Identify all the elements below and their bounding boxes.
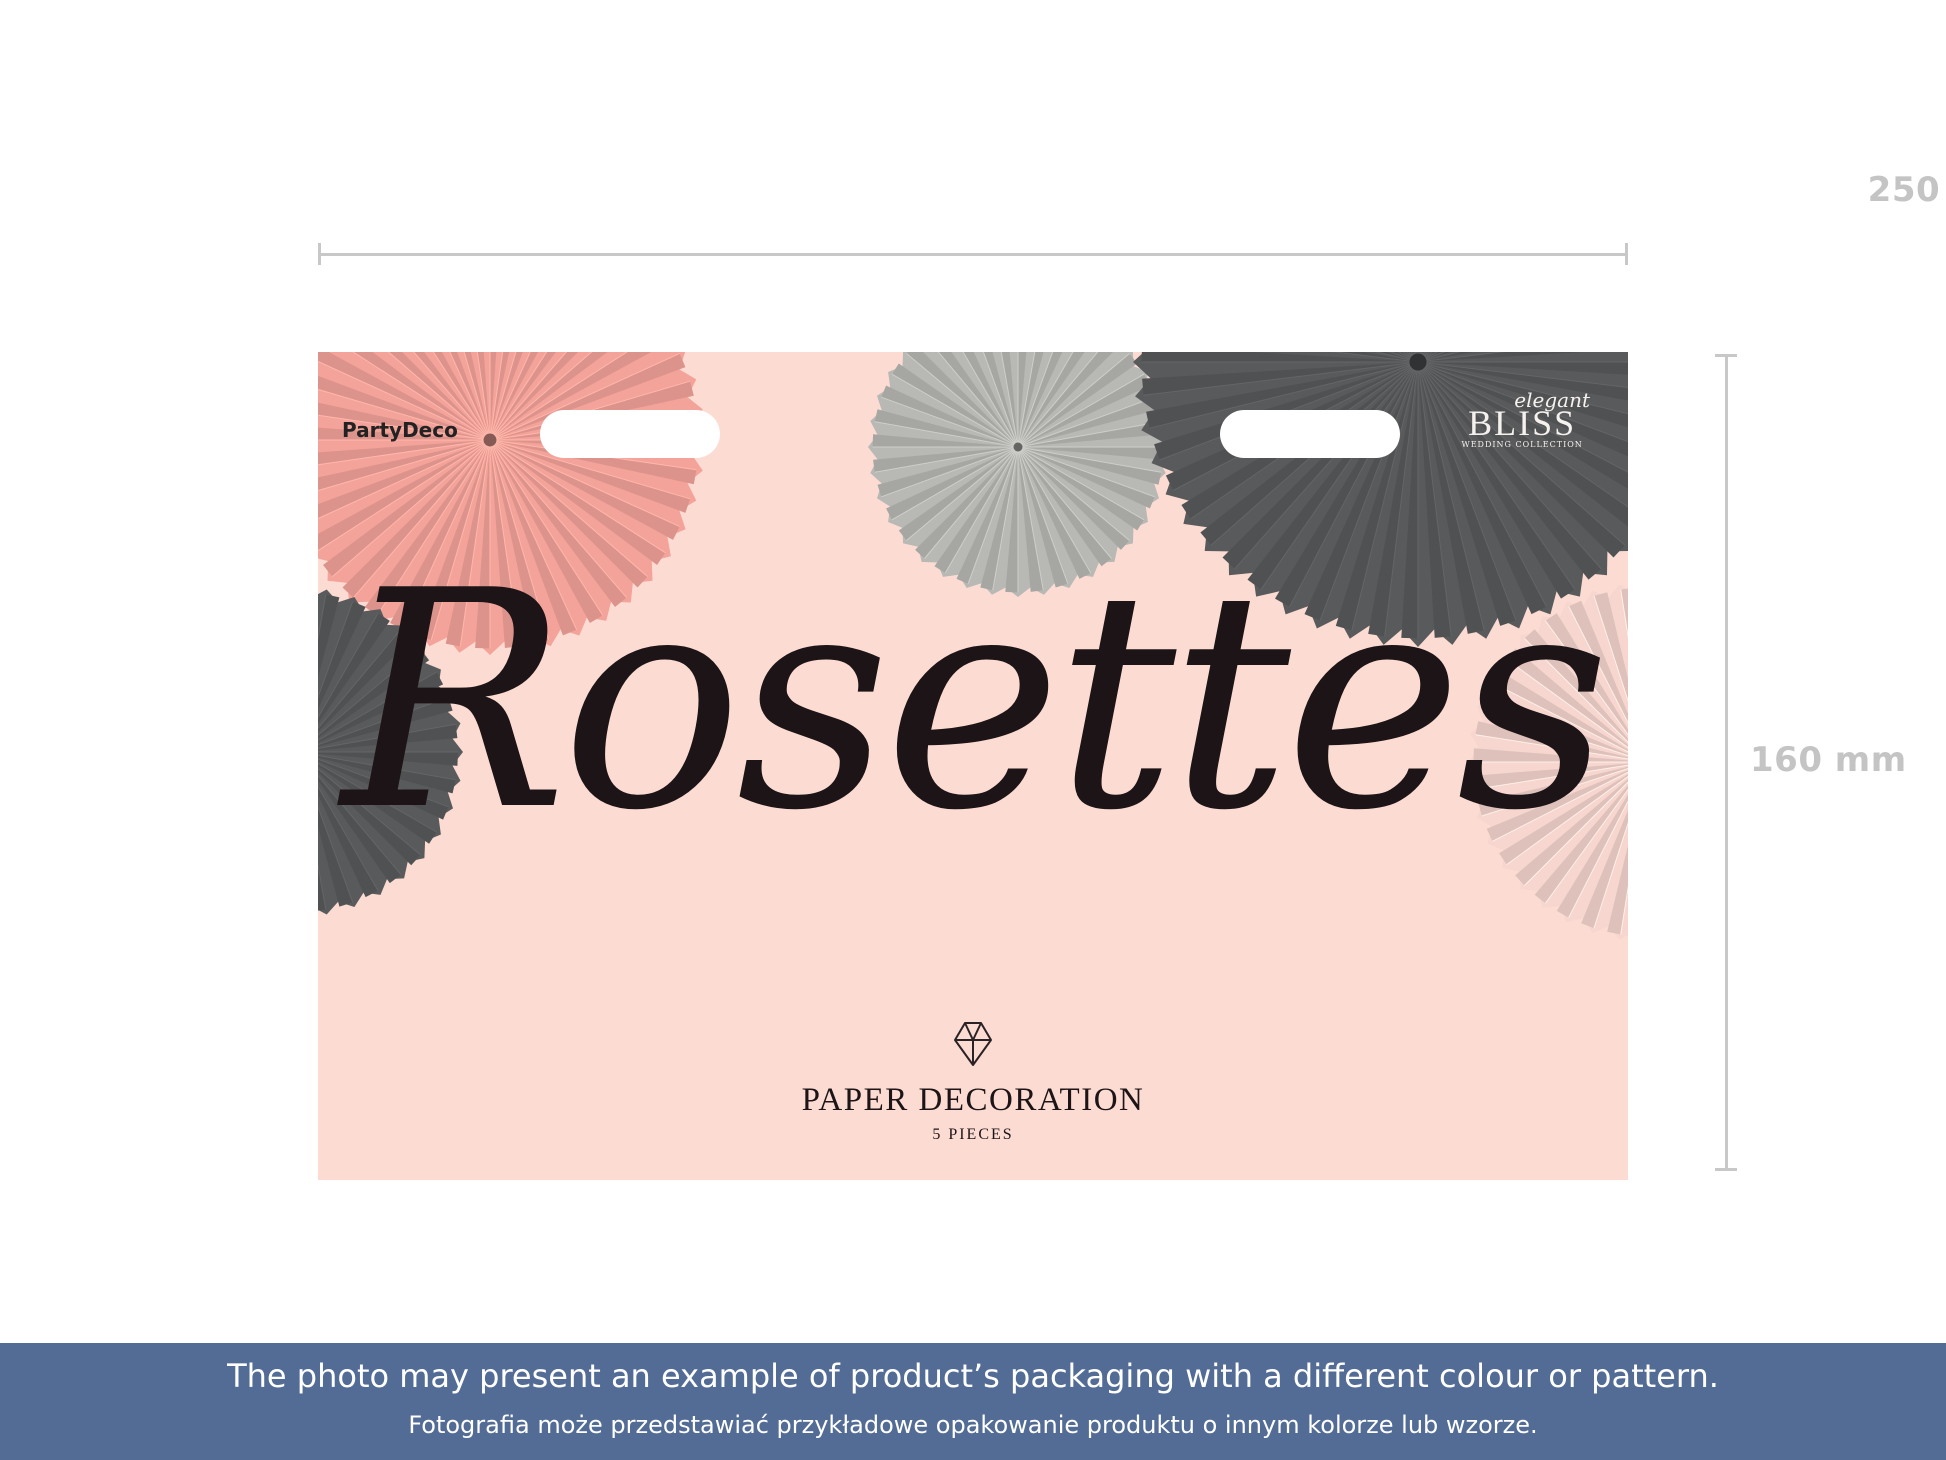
collection-name: BLISS (1468, 403, 1577, 443)
disclaimer-english: The photo may present an example of prod… (227, 1357, 1719, 1395)
width-ruler-line (319, 253, 1627, 256)
partydeco-logo: PartyDeco (342, 418, 458, 442)
width-ruler-start-tick (318, 243, 321, 265)
product-count: 5 PIECES (932, 1126, 1014, 1143)
width-dimension-label: 250 mm (1867, 170, 1946, 210)
width-ruler-end-tick (1625, 243, 1628, 265)
disclaimer-polish: Fotografia może przedstawiać przykładowe… (408, 1411, 1538, 1439)
hang-hole-left (540, 410, 720, 458)
height-ruler-start-tick (1715, 354, 1737, 357)
collection-subtitle: WEDDING COLLECTION (1461, 440, 1583, 449)
height-ruler-line (1725, 355, 1728, 1170)
product-subtitle: PAPER DECORATION (801, 1082, 1145, 1118)
height-dimension-label: 160 mm (1750, 740, 1907, 780)
gem-icon (954, 1022, 992, 1066)
product-package: PartyDeco elegant BLISS WEDDING COLLECTI… (318, 352, 1628, 1180)
product-title: Rosettes (341, 527, 1611, 876)
bliss-collection-logo: elegant BLISS WEDDING COLLECTION (1454, 388, 1590, 449)
hang-hole-right (1220, 410, 1400, 458)
disclaimer-banner: The photo may present an example of prod… (0, 1343, 1946, 1460)
height-ruler-end-tick (1715, 1168, 1737, 1171)
